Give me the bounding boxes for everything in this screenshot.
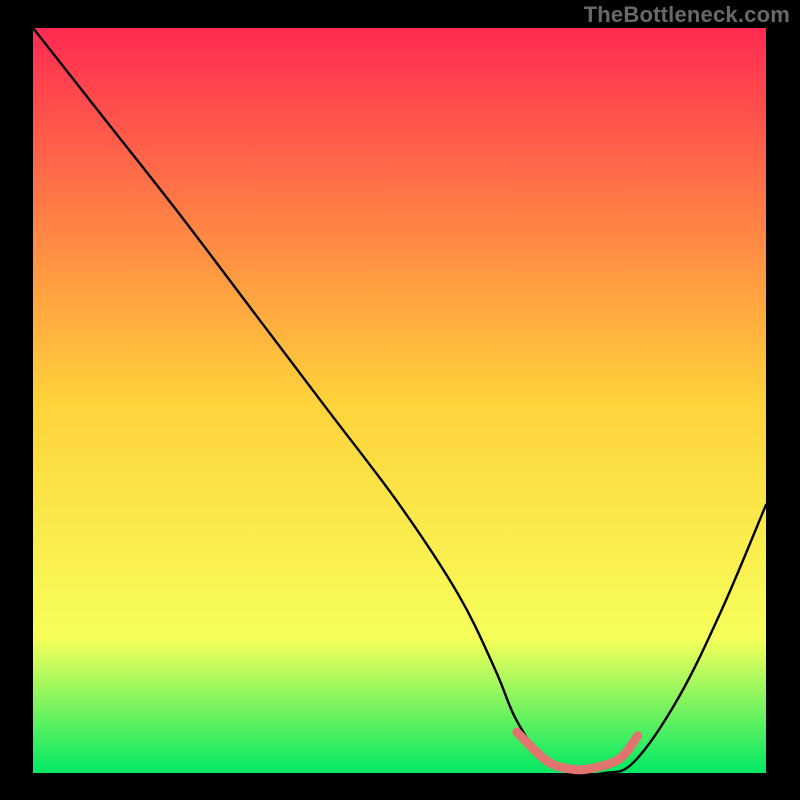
- plot-area: [33, 28, 766, 773]
- bottleneck-chart: [0, 0, 800, 800]
- watermark-label: TheBottleneck.com: [584, 2, 790, 28]
- chart-frame: TheBottleneck.com: [0, 0, 800, 800]
